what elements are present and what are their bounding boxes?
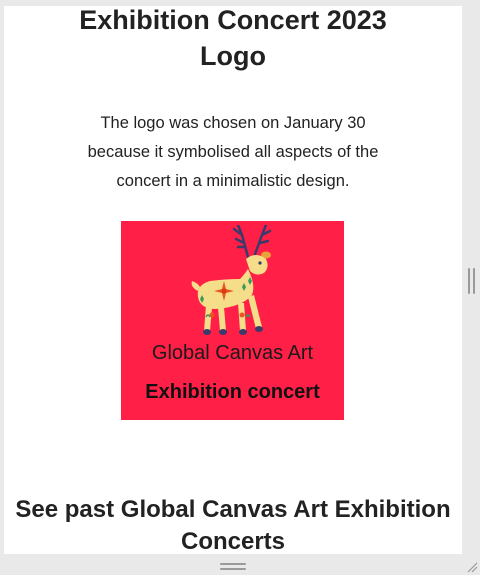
resize-grip-icon[interactable] <box>466 561 478 573</box>
description-line1: The logo was chosen on January 30 <box>100 114 366 132</box>
logo-text-global-canvas-art: Global Canvas Art <box>151 342 314 364</box>
vertical-resize-handle[interactable] <box>466 268 476 294</box>
past-concerts-heading: See past Global Canvas Art Exhibition Co… <box>4 494 462 554</box>
page-title-line2: Logo <box>200 41 266 71</box>
horizontal-resize-handle[interactable] <box>220 563 246 571</box>
description-line2: because it symbolised all aspects of the <box>87 143 379 161</box>
page-title: Exhibition Concert 2023 Logo <box>4 6 462 74</box>
handle-bar <box>220 568 246 570</box>
description-line3: concert in a minimalistic design. <box>116 172 350 190</box>
handle-bar <box>472 268 475 294</box>
description-paragraph: The logo was chosen on January 30 becaus… <box>4 109 462 196</box>
logo-text-exhibition-concert: Exhibition concert <box>145 381 320 403</box>
past-concerts-heading-line1: See past Global Canvas Art Exhibition <box>15 496 451 523</box>
deer-illustration <box>191 225 272 335</box>
handle-bar <box>467 268 470 294</box>
concert-logo-image: Global Canvas Art Exhibition concert <box>121 221 344 420</box>
page-title-line1: Exhibition Concert 2023 <box>79 6 387 35</box>
content-panel: Exhibition Concert 2023 Logo The logo wa… <box>4 6 462 554</box>
handle-bar <box>220 563 246 565</box>
past-concerts-heading-line2: Concerts <box>180 528 286 554</box>
